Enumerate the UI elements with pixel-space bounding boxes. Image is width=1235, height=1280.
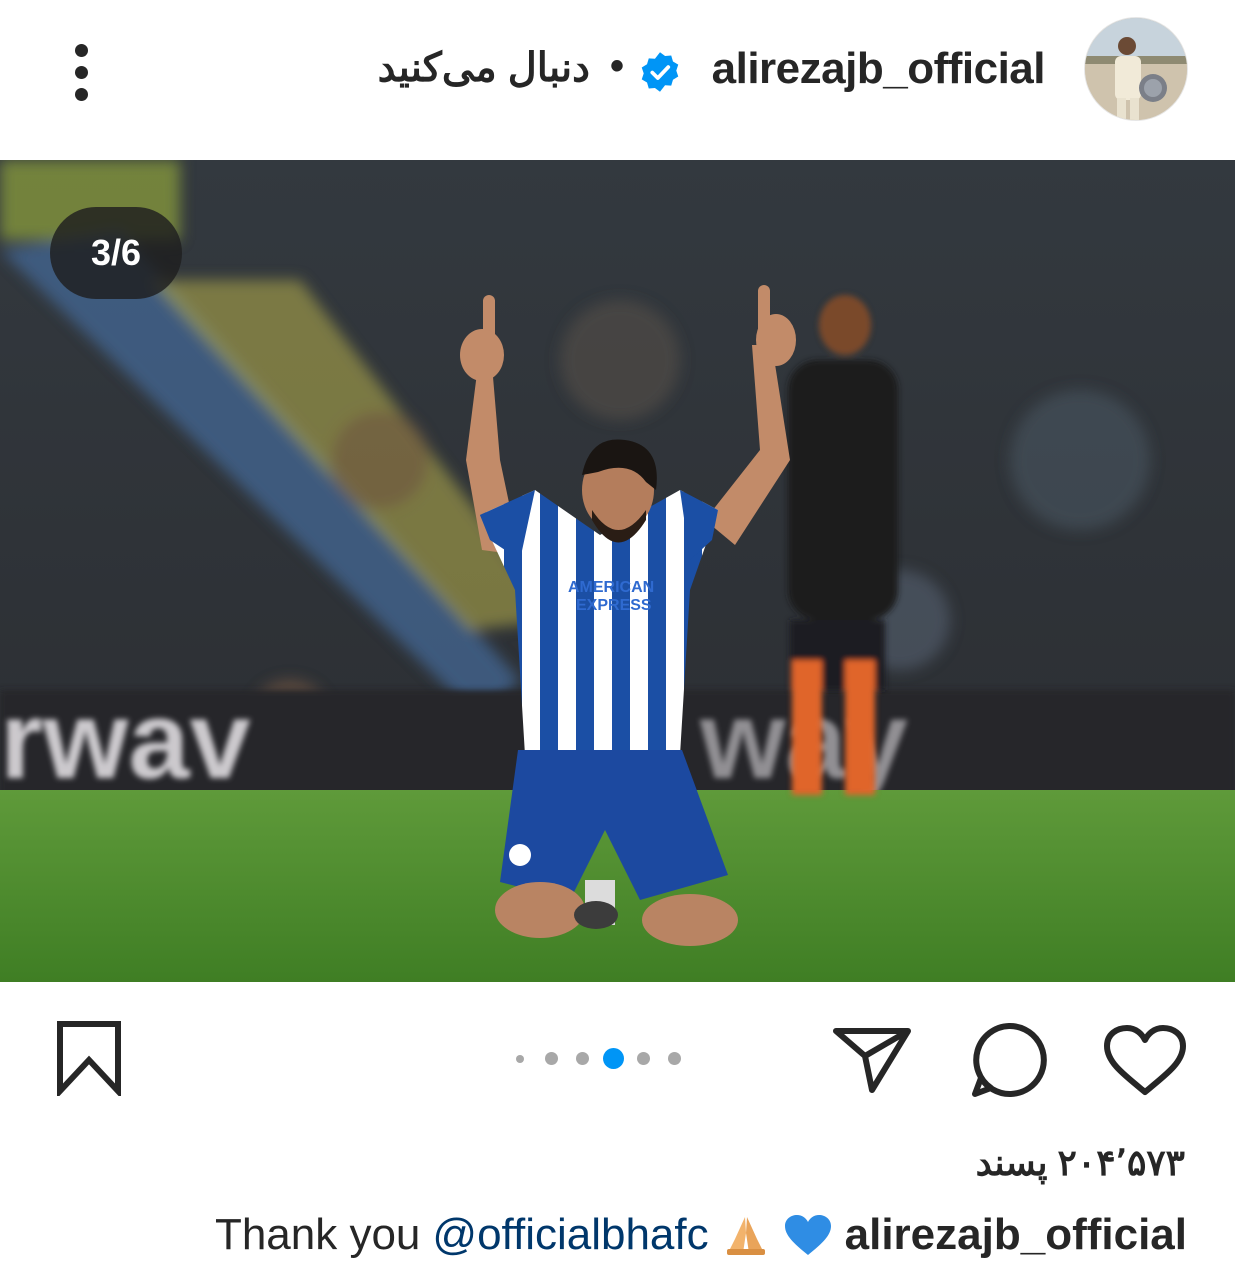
caption-username[interactable]: alirezajb_official (845, 1210, 1187, 1260)
post-caption: Thank you @officialbhafc alirezajb_offic… (215, 1210, 1187, 1260)
likes-count[interactable]: ۲۰۴٬۵۷۳ پسند (976, 1142, 1185, 1184)
praying-hands-icon (726, 1217, 765, 1255)
carousel-dot (576, 1052, 589, 1065)
more-vertical-icon[interactable] (58, 38, 108, 108)
likes-number: ۲۰۴٬۵۷۳ (1057, 1142, 1185, 1183)
send-icon[interactable] (832, 1026, 912, 1094)
svg-text:AMERICAN: AMERICAN (568, 579, 654, 596)
verified-badge-icon (641, 52, 679, 92)
comment-icon[interactable] (969, 1020, 1049, 1098)
carousel-dot (516, 1055, 524, 1063)
carousel-dot-active (603, 1048, 624, 1069)
blue-heart-icon (784, 1215, 831, 1255)
post-photo[interactable]: rwav way AMERICAN EXPRESS (0, 160, 1235, 982)
svg-text:rwav: rwav (0, 679, 251, 802)
post-image: rwav way AMERICAN EXPRESS (0, 160, 1235, 982)
bookmark-icon[interactable] (56, 1020, 122, 1099)
caption-mention[interactable]: @officialbhafc (432, 1210, 708, 1260)
carousel-indicator (510, 1046, 700, 1070)
carousel-dot (637, 1052, 650, 1065)
profile-avatar[interactable] (1085, 18, 1187, 120)
separator-dot: • (610, 44, 625, 88)
following-status[interactable]: دنبال می‌کنید (378, 45, 590, 91)
media-counter: 3/6 (50, 207, 182, 299)
carousel-dot (545, 1052, 558, 1065)
svg-text:EXPRESS: EXPRESS (576, 597, 652, 614)
heart-icon[interactable] (1103, 1024, 1187, 1098)
likes-label: پسند (975, 1142, 1048, 1183)
post-header: alirezajb_official • دنبال می‌کنید (0, 0, 1235, 150)
user-avatar-icon (1085, 18, 1187, 120)
caption-text-prefix: Thank you (214, 1210, 421, 1259)
header-username[interactable]: alirezajb_official (712, 44, 1046, 94)
carousel-dot (668, 1052, 681, 1065)
